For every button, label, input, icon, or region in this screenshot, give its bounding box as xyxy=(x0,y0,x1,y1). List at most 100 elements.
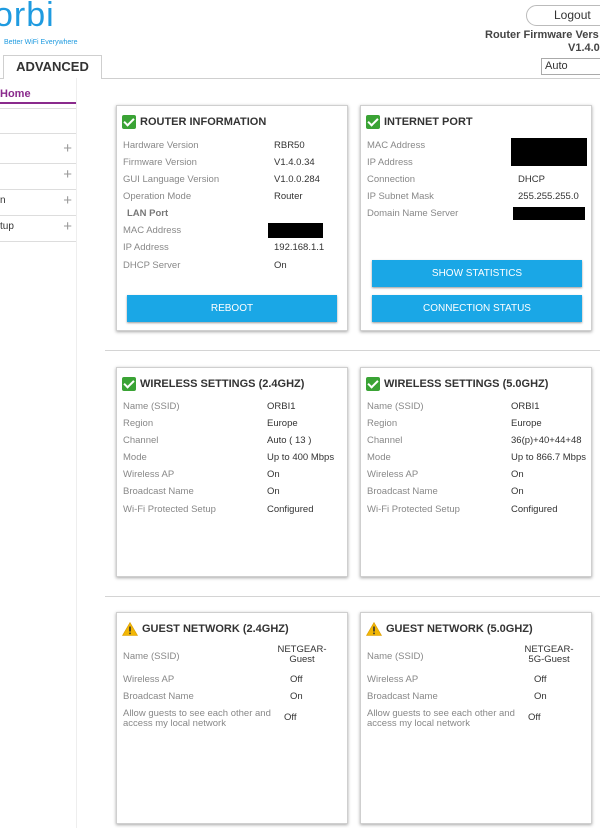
card-title-text: INTERNET PORT xyxy=(384,116,473,128)
row-label: Channel xyxy=(367,435,403,446)
row-label: Operation Mode xyxy=(123,191,192,202)
row-value: Router xyxy=(274,191,303,202)
row-label: Hardware Version xyxy=(123,140,199,151)
row-value: DHCP xyxy=(518,174,545,185)
expand-plus-icon[interactable]: + xyxy=(63,190,72,212)
section-label: LAN Port xyxy=(127,208,169,219)
row-label: Wireless AP xyxy=(367,674,419,685)
info-row: Wi-Fi Protected Setup Configured xyxy=(367,504,597,518)
info-row: Channel 36(p)+40+44+48 xyxy=(367,435,597,449)
sidebar-item-4[interactable]: tup + xyxy=(0,216,76,240)
expand-plus-icon[interactable]: + xyxy=(63,216,72,238)
guest-ssid-value: NETGEAR- 5G-Guest xyxy=(519,645,579,665)
info-row: Broadcast Name On xyxy=(367,691,597,705)
firmware-version: V1.4.0 xyxy=(568,42,600,54)
row-label: Wireless AP xyxy=(367,469,419,480)
row-value: Auto ( 13 ) xyxy=(267,435,312,446)
ssid-line: Guest xyxy=(289,654,315,665)
sidebar-item-1[interactable]: + xyxy=(0,138,76,162)
row-label: Mode xyxy=(123,452,147,463)
card-title-text: GUEST NETWORK (5.0GHZ) xyxy=(386,623,533,635)
logo-tagline: Better WiFi Everywhere xyxy=(4,39,78,46)
row-label: Name (SSID) xyxy=(367,651,424,662)
connection-status-button[interactable]: CONNECTION STATUS xyxy=(372,295,582,322)
sidebar-divider xyxy=(76,78,77,828)
row-label: Connection xyxy=(367,174,416,185)
row-label: Wireless AP xyxy=(123,674,175,685)
row-value: On xyxy=(534,691,547,702)
row-label: Name (SSID) xyxy=(123,651,180,662)
guest-ssid-value: NETGEAR- Guest xyxy=(277,645,327,665)
section-divider xyxy=(105,350,600,351)
guest-24-title: GUEST NETWORK (2.4GHZ) xyxy=(122,621,289,637)
guest-50-title: GUEST NETWORK (5.0GHZ) xyxy=(366,621,533,637)
row-value: 36(p)+40+44+48 xyxy=(511,435,582,446)
internet-port-card: INTERNET PORT MAC Address IP Address Con… xyxy=(360,105,592,331)
row-label: GUI Language Version xyxy=(123,174,220,185)
row-value: V1.0.0.284 xyxy=(274,174,320,185)
row-value: On xyxy=(267,469,280,480)
allow-guests-label: Allow guests to see each other and acces… xyxy=(123,709,271,729)
internet-port-title: INTERNET PORT xyxy=(366,114,473,130)
info-row: Wireless AP Off xyxy=(367,674,597,688)
router-information-title: ROUTER INFORMATION xyxy=(122,114,266,130)
info-row: Operation Mode Router xyxy=(123,191,353,205)
warning-icon xyxy=(366,622,382,636)
ssid-line: 5G-Guest xyxy=(528,654,570,665)
row-label: Region xyxy=(123,418,154,429)
tab-advanced[interactable]: ADVANCED xyxy=(3,55,102,79)
row-label: Firmware Version xyxy=(123,157,197,168)
logo-wordmark: orbi xyxy=(0,0,55,34)
row-label: Mode xyxy=(367,452,391,463)
info-row: Mode Up to 866.7 Mbps xyxy=(367,452,597,466)
row-value: Europe xyxy=(267,418,298,429)
router-information-card: ROUTER INFORMATION Hardware Version RBR5… xyxy=(116,105,348,331)
card-title-text: GUEST NETWORK (2.4GHZ) xyxy=(142,623,289,635)
logout-button[interactable]: Logout xyxy=(526,5,600,26)
wireless-50-card: WIRELESS SETTINGS (5.0GHZ) Name (SSID) OR… xyxy=(360,367,592,577)
row-label: Broadcast Name xyxy=(367,486,438,497)
sidebar-separator xyxy=(0,133,76,134)
row-label: MAC Address xyxy=(123,225,182,236)
row-value: Europe xyxy=(511,418,542,429)
row-label: IP Address xyxy=(123,242,169,253)
expand-plus-icon[interactable]: + xyxy=(63,138,72,160)
language-select[interactable]: Auto xyxy=(541,58,600,75)
info-row: DHCP Server On xyxy=(123,260,353,274)
row-label: Wi-Fi Protected Setup xyxy=(123,504,216,515)
redacted-mac-address xyxy=(268,223,323,238)
wireless-24-title: WIRELESS SETTINGS (2.4GHZ) xyxy=(122,376,304,392)
reboot-button[interactable]: REBOOT xyxy=(127,295,337,322)
info-row: IP Address 192.168.1.1 xyxy=(123,242,353,256)
info-row: Mode Up to 400 Mbps xyxy=(123,452,353,466)
row-label: Wireless AP xyxy=(123,469,175,480)
allow-guests-label: Allow guests to see each other and acces… xyxy=(367,709,515,729)
row-value: On xyxy=(511,486,524,497)
sidebar-item-2[interactable]: + xyxy=(0,164,76,188)
row-value: Up to 866.7 Mbps xyxy=(511,452,586,463)
row-value: Off xyxy=(534,674,547,685)
orbi-logo[interactable]: orbi Better WiFi Everywhere xyxy=(0,0,84,50)
sidebar-item-3[interactable]: n + xyxy=(0,190,76,214)
check-icon xyxy=(366,115,380,129)
check-icon xyxy=(122,377,136,391)
row-value: Off xyxy=(284,712,297,723)
row-label: Broadcast Name xyxy=(367,691,438,702)
redacted-wan-address xyxy=(511,138,587,166)
sidebar-item-home[interactable]: Home xyxy=(0,88,76,104)
row-label: Domain Name Server xyxy=(367,208,459,219)
info-row: Name (SSID) ORBI1 xyxy=(367,401,597,415)
guest-24-card: GUEST NETWORK (2.4GHZ) Name (SSID) NETGE… xyxy=(116,612,348,824)
warning-icon xyxy=(122,622,138,636)
info-row: IP Subnet Mask 255.255.255.0 xyxy=(367,191,597,205)
row-value: Off xyxy=(528,712,541,723)
row-label: Region xyxy=(367,418,398,429)
expand-plus-icon[interactable]: + xyxy=(63,164,72,186)
info-row: Channel Auto ( 13 ) xyxy=(123,435,353,449)
info-row: Wireless AP On xyxy=(367,469,597,483)
show-statistics-button[interactable]: SHOW STATISTICS xyxy=(372,260,582,287)
info-row: Hardware Version RBR50 xyxy=(123,140,353,154)
info-row: Broadcast Name On xyxy=(367,486,597,500)
info-row: Firmware Version V1.4.0.34 xyxy=(123,157,353,171)
row-value: Off xyxy=(290,674,303,685)
